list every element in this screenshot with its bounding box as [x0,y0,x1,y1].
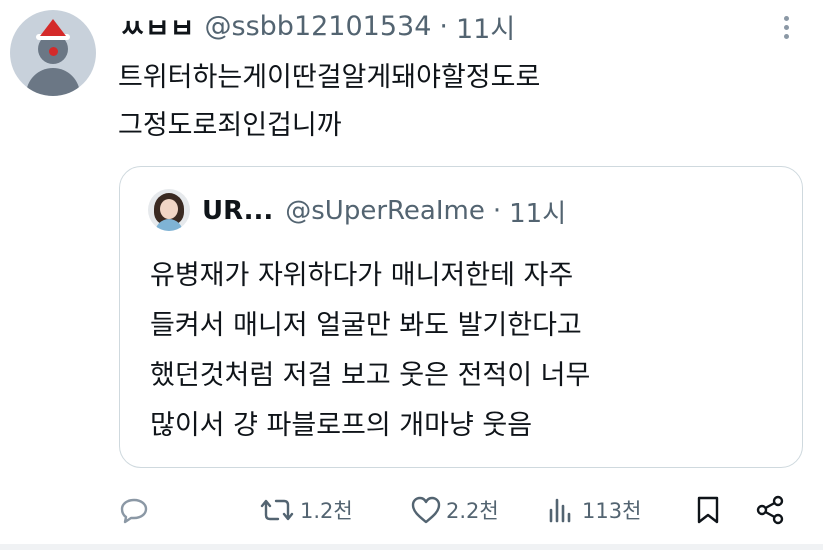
quoted-tweet-time[interactable]: 11시 [509,193,566,230]
tweet-text-line: 그정도로죄인겁니까 [118,110,342,141]
share-icon [756,495,784,525]
quoted-tweet-text: 유병재가 자위하다가 매니저한테 자주 들켜서 매니저 얼굴만 봐도 발기한다고… [150,251,590,451]
quoted-tweet-card[interactable]: UR... @sUperReaIme · 11시 유병재가 자위하다가 매니저한… [119,166,803,468]
quoted-user-handle[interactable]: @sUperReaIme [285,196,485,226]
display-name[interactable]: ㅆㅂㅂ [120,7,195,46]
separator-dot: · [492,196,502,226]
quoted-display-name[interactable]: UR... [202,196,273,226]
tweet-text-line: 트위터하는게이딴걸알게돼야할정도로 [118,62,541,93]
retweet-icon [260,499,294,521]
quoted-text-line: 많이서 걍 파블로프의 개마냥 웃음 [150,410,533,441]
bookmark-icon [697,496,719,524]
reply-button[interactable] [119,486,149,534]
bookmark-button[interactable] [693,486,723,534]
tweet-header: ㅆㅂㅂ @ssbb12101534 · 11시 [120,6,515,46]
tweet-time[interactable]: 11시 [456,7,515,46]
santa-hat-icon [40,19,66,36]
more-options-icon[interactable] [780,16,792,46]
tweet-text: 트위터하는게이딴걸알게돼야할정도로 그정도로죄인겁니까 [118,54,540,150]
quoted-user-avatar[interactable] [148,189,190,231]
action-bar: 1.2천 2.2천 113천 [0,486,823,534]
like-count: 2.2천 [446,499,499,523]
quoted-tweet-header: UR... @sUperReaIme · 11시 [202,189,566,233]
quoted-text-line: 했던것처럼 저걸 보고 웃은 전적이 너무 [150,360,591,391]
retweet-count: 1.2천 [300,499,353,523]
avatar-body [26,68,80,96]
like-button[interactable]: 2.2천 [410,486,499,534]
share-button[interactable] [754,486,786,534]
views-button[interactable]: 113천 [546,486,641,534]
quoted-text-line: 들켜서 매니저 얼굴만 봐도 발기한다고 [150,310,582,341]
heart-icon [411,496,441,524]
views-icon [549,498,571,523]
avatar-face [160,199,178,219]
retweet-button[interactable]: 1.2천 [258,486,353,534]
views-count: 113천 [582,499,642,523]
bottom-divider [0,544,823,550]
separator-dot: · [439,10,448,42]
user-handle[interactable]: @ssbb12101534 [205,11,432,42]
quoted-text-line: 유병재가 자위하다가 매니저한테 자주 [150,260,574,291]
user-avatar[interactable] [10,10,96,96]
avatar-nose [49,47,58,56]
reply-icon [120,498,148,524]
